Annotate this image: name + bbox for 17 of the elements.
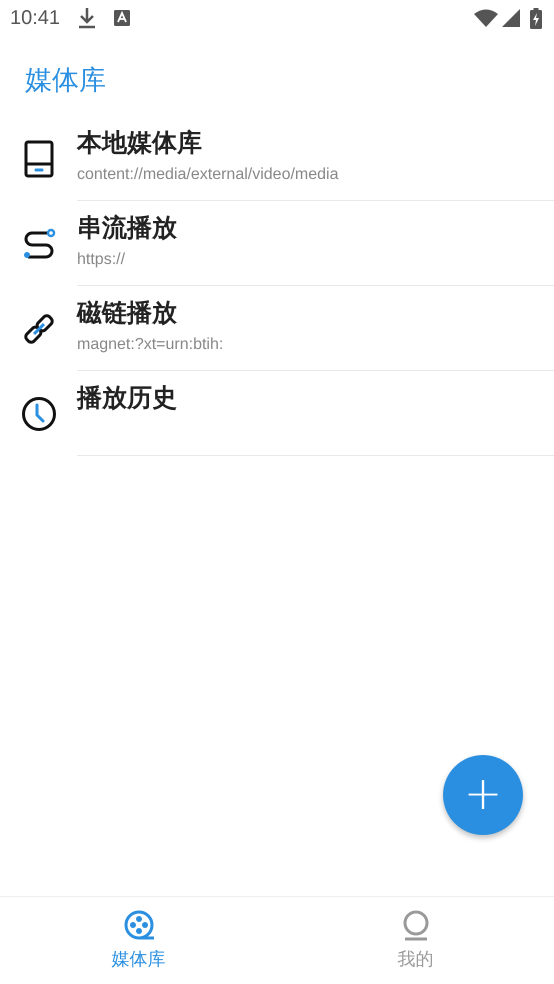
item-title[interactable]: 串流播放 [77,211,554,245]
item-subtitle: magnet:?xt=urn:btih: [77,336,224,354]
item-subtitle: https:// [77,251,126,269]
signal-icon [502,9,520,27]
clock-icon [20,396,56,432]
item-subtitle: content://media/external/video/media [77,166,340,184]
item-title[interactable]: 磁链播放 [77,296,554,330]
item-title[interactable]: 播放历史 [77,381,554,415]
route-icon [22,226,56,260]
status-time: 10:41 [10,6,60,30]
drive-icon [24,140,54,178]
wifi-icon [474,9,498,27]
battery-icon [530,8,542,28]
keyboard-icon [114,10,130,26]
download-icon [78,7,96,29]
item-title[interactable]: 本地媒体库 [77,126,554,160]
page-title: 媒体库 [25,64,107,98]
